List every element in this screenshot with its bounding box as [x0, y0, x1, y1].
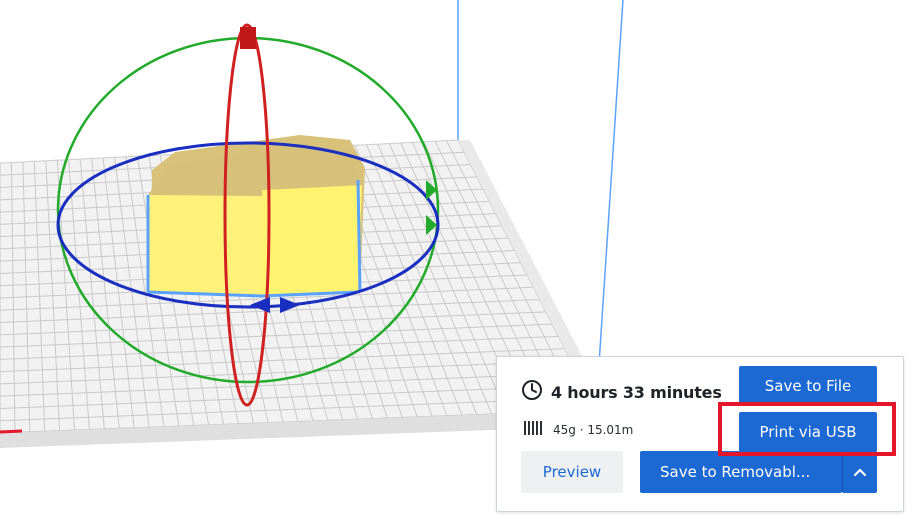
chevron-up-icon — [853, 463, 867, 481]
print-action-panel: 4 hours 33 minutes 45g · 15.01m Save to … — [496, 356, 904, 512]
save-to-file-button[interactable]: Save to File — [739, 366, 877, 406]
output-options-button[interactable] — [842, 451, 877, 493]
save-to-removable-button[interactable]: Save to Removabl... — [640, 451, 842, 493]
preview-button[interactable]: Preview — [521, 451, 623, 493]
material-usage-text: 45g · 15.01m — [553, 423, 634, 437]
print-time-row: 4 hours 33 minutes — [521, 379, 722, 405]
material-info-row: 45g · 15.01m — [523, 419, 633, 441]
clock-icon — [521, 379, 543, 405]
x-axis-indicator — [0, 429, 23, 434]
print-via-usb-button[interactable]: Print via USB — [739, 412, 877, 452]
print-time-text: 4 hours 33 minutes — [551, 382, 722, 402]
rotate-handle-x — [240, 27, 256, 49]
3d-model[interactable] — [146, 135, 365, 298]
filament-spool-icon — [523, 419, 543, 441]
